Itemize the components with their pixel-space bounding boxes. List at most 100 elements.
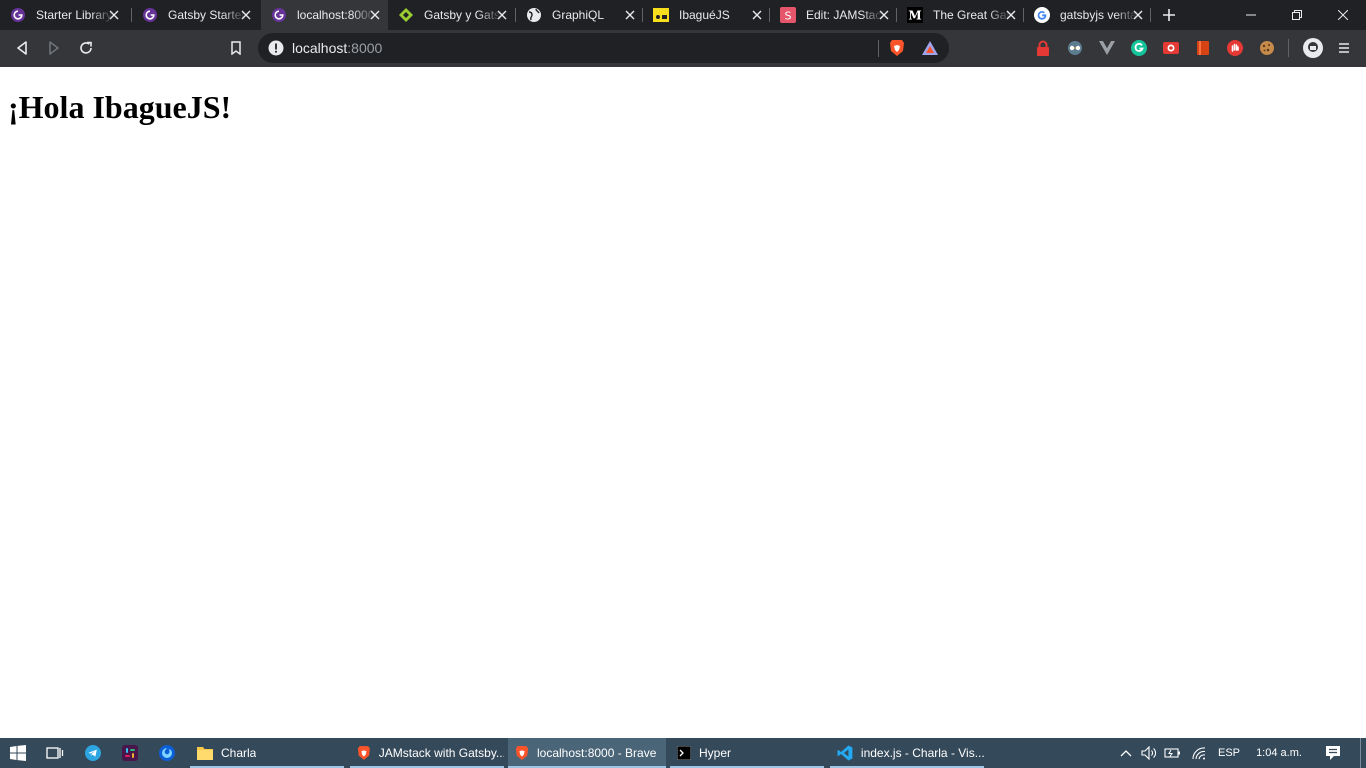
close-icon[interactable]: [368, 8, 382, 22]
tab-title: The Great Gatsby: [933, 8, 1011, 22]
minimize-button[interactable]: [1228, 0, 1274, 30]
slack-taskbar-icon[interactable]: [111, 738, 149, 768]
taskbar-app-charla[interactable]: Charla: [190, 738, 344, 768]
globe-icon: [526, 7, 542, 23]
extension-vue[interactable]: [1097, 38, 1117, 58]
tab-title: Edit: JAMStack: [806, 8, 884, 22]
back-button[interactable]: [9, 36, 35, 60]
tab-starter-library[interactable]: Starter Library: [0, 0, 127, 30]
brave-icon: [515, 746, 529, 760]
slack-icon: [122, 745, 138, 761]
s-icon: S: [780, 7, 796, 23]
wifi-button[interactable]: [1188, 738, 1210, 768]
close-icon[interactable]: [1131, 8, 1145, 22]
hamburger-menu-icon: [1339, 43, 1349, 53]
menu-button[interactable]: [1334, 38, 1354, 58]
new-tab-button[interactable]: [1158, 5, 1180, 25]
taskbar-app-label: localhost:8000 - Brave: [537, 746, 657, 760]
tab-gatsby-y-gatsby[interactable]: Gatsby y Gatsby: [388, 0, 515, 30]
tab-strip: Starter Library Gatsby Starter localhost…: [0, 0, 1366, 30]
taskbar-app-hyper[interactable]: Hyper: [670, 738, 824, 768]
extension-book[interactable]: [1193, 38, 1213, 58]
tab-title: Starter Library: [36, 8, 113, 22]
address-bar[interactable]: localhost:8000: [258, 33, 949, 63]
bookmark-button[interactable]: [223, 36, 249, 60]
language-indicator[interactable]: ESP: [1212, 738, 1246, 768]
tab-the-great-gatsby[interactable]: M The Great Gatsby: [897, 0, 1024, 30]
show-hidden-icons-button[interactable]: [1116, 738, 1136, 768]
show-desktop-button[interactable]: [1360, 738, 1366, 768]
reload-button[interactable]: [73, 36, 99, 60]
forward-button[interactable]: [41, 36, 67, 60]
close-icon[interactable]: [623, 8, 637, 22]
close-icon[interactable]: [495, 8, 509, 22]
tab-graphiql[interactable]: GraphiQL: [516, 0, 643, 30]
close-icon: [1338, 10, 1348, 20]
tab-ibaguejs[interactable]: IbaguéJS: [643, 0, 770, 30]
start-button[interactable]: [0, 738, 36, 768]
action-center-button[interactable]: [1318, 738, 1348, 768]
tab-title: localhost:8000: [297, 8, 375, 22]
toolbar-divider: [1288, 39, 1289, 57]
extension-stop[interactable]: [1225, 38, 1245, 58]
clock[interactable]: 1:04 a.m.: [1248, 738, 1310, 768]
task-view-button[interactable]: [36, 738, 74, 768]
grammarly-icon: [1131, 40, 1147, 56]
close-icon[interactable]: [107, 8, 121, 22]
back-icon: [17, 41, 27, 55]
folder-icon: [197, 747, 213, 760]
taskbar-app-label: index.js - Charla - Vis...: [860, 746, 984, 760]
forward-icon: [49, 41, 59, 55]
extension-lock[interactable]: [1033, 38, 1053, 58]
page-content: ¡Hola IbagueJS!: [0, 67, 1366, 738]
stop-hand-icon: [1227, 40, 1243, 56]
windows-taskbar: Charla JAMstack with Gatsby... localhost…: [0, 738, 1366, 768]
close-window-button[interactable]: [1320, 0, 1366, 30]
brave-icon: [357, 746, 370, 760]
url-port: :8000: [347, 40, 383, 56]
extension-camera[interactable]: [1161, 38, 1181, 58]
telegram-icon: [85, 745, 101, 761]
taskbar-app-vscode[interactable]: index.js - Charla - Vis...: [830, 738, 984, 768]
tab-title: IbaguéJS: [679, 8, 730, 22]
page-heading: ¡Hola IbagueJS!: [8, 89, 232, 125]
extension-cookie[interactable]: [1257, 38, 1277, 58]
tab-edit-jamstack[interactable]: S Edit: JAMStack: [770, 0, 897, 30]
close-icon[interactable]: [1004, 8, 1018, 22]
avatar: [1303, 38, 1323, 58]
svg-text:M: M: [908, 9, 921, 23]
close-icon[interactable]: [239, 8, 253, 22]
info-icon[interactable]: [268, 40, 284, 56]
tab-title: Gatsby Starter: [168, 8, 246, 22]
close-icon[interactable]: [750, 8, 764, 22]
profile-button[interactable]: [1302, 37, 1324, 59]
tab-google-search[interactable]: gatsbyjs ventajas: [1024, 0, 1151, 30]
bookmark-icon: [231, 41, 241, 55]
cookie-icon: [1260, 41, 1274, 55]
firefox-dev-taskbar-icon[interactable]: [148, 738, 186, 768]
volume-button[interactable]: [1138, 738, 1160, 768]
windows-logo-icon: [10, 745, 26, 761]
extension-grammarly[interactable]: [1129, 38, 1149, 58]
telegram-taskbar-icon[interactable]: [74, 738, 112, 768]
close-icon[interactable]: [877, 8, 891, 22]
brave-rewards-icon: [922, 41, 938, 55]
brave-shields-button[interactable]: [887, 38, 907, 58]
taskbar-app-brave-localhost[interactable]: localhost:8000 - Brave: [508, 738, 666, 768]
task-view-icon: [46, 747, 64, 759]
tab-gatsby-starter[interactable]: Gatsby Starter: [132, 0, 259, 30]
tab-localhost[interactable]: localhost:8000: [261, 0, 388, 30]
svg-text:S: S: [785, 10, 792, 23]
brave-rewards-button[interactable]: [920, 38, 940, 58]
url-host: localhost: [292, 40, 348, 56]
brave-lion-icon: [890, 40, 904, 56]
url-text[interactable]: localhost:8000: [292, 40, 382, 56]
restore-icon: [1292, 10, 1302, 20]
restore-button[interactable]: [1274, 0, 1320, 30]
ibaguejs-icon: [653, 7, 669, 23]
medium-icon: M: [907, 7, 923, 23]
battery-button[interactable]: [1162, 738, 1184, 768]
taskbar-app-brave-jamstack[interactable]: JAMstack with Gatsby...: [350, 738, 504, 768]
speaker-icon: [1141, 746, 1156, 760]
extension-glasses[interactable]: [1065, 38, 1085, 58]
